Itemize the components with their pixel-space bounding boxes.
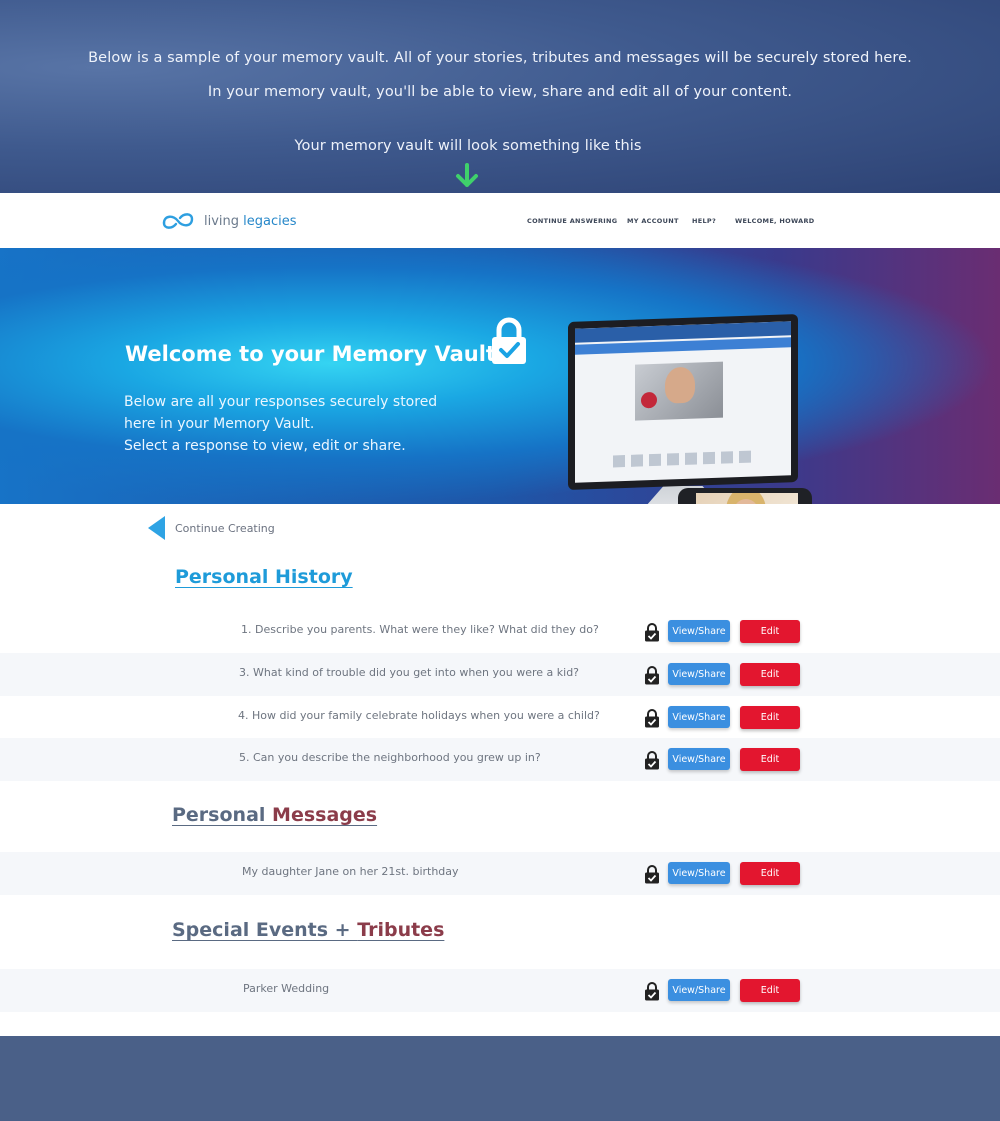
- list-item: My daughter Jane on her 21st. birthday V…: [0, 852, 1000, 895]
- edit-button[interactable]: Edit: [740, 663, 800, 686]
- top-navbar: living legacies CONTINUE ANSWERING MY AC…: [0, 193, 1000, 248]
- edit-button[interactable]: Edit: [740, 748, 800, 771]
- lock-icon: [645, 666, 659, 685]
- lock-check-icon: [492, 317, 526, 364]
- section-title-personal-messages: Personal Messages: [172, 804, 378, 826]
- footer-band: [0, 1036, 1000, 1121]
- section-title-personal-history: Personal History: [175, 566, 353, 588]
- intro-line-1: Below is a sample of your memory vault. …: [88, 50, 912, 66]
- nav-continue-answering[interactable]: CONTINUE ANSWERING: [527, 217, 617, 225]
- edit-button[interactable]: Edit: [740, 620, 800, 643]
- hero-desc-line: Below are all your responses securely st…: [124, 394, 438, 410]
- view-share-button[interactable]: View/Share: [668, 748, 730, 770]
- nav-help[interactable]: HELP?: [692, 217, 716, 225]
- record-icon: [641, 391, 657, 409]
- view-share-button[interactable]: View/Share: [668, 706, 730, 728]
- item-question: 3. What kind of trouble did you get into…: [239, 666, 580, 679]
- nav-my-account[interactable]: MY ACCOUNT: [627, 217, 679, 225]
- lock-icon: [645, 865, 659, 884]
- intro-line-2: In your memory vault, you'll be able to …: [207, 84, 793, 100]
- view-share-button[interactable]: View/Share: [668, 663, 730, 685]
- hero-description: Below are all your responses securely st…: [124, 391, 437, 457]
- arrow-down-icon: [456, 163, 478, 187]
- logo[interactable]: living legacies: [160, 209, 297, 233]
- hero-desc-line: here in your Memory Vault.: [124, 416, 315, 432]
- list-item: Parker Wedding View/Share Edit: [0, 969, 1000, 1012]
- list-item: 1. Describe you parents. What were they …: [0, 610, 1000, 653]
- continue-creating-link[interactable]: Continue Creating: [148, 516, 275, 540]
- brand-name: living legacies: [204, 213, 297, 229]
- lock-icon: [645, 982, 659, 1001]
- item-title: My daughter Jane on her 21st. birthday: [242, 865, 459, 878]
- lock-icon: [645, 751, 659, 770]
- continue-creating-label: Continue Creating: [175, 521, 275, 535]
- video-thumbnail: [635, 361, 723, 421]
- list-item: 4. How did your family celebrate holiday…: [0, 696, 1000, 739]
- infinity-logo-icon: [162, 213, 194, 229]
- media-thumbnails: [613, 450, 751, 468]
- list-item: 5. Can you describe the neighborhood you…: [0, 738, 1000, 781]
- view-share-button[interactable]: View/Share: [668, 620, 730, 642]
- list-item: 3. What kind of trouble did you get into…: [0, 653, 1000, 696]
- item-title: Parker Wedding: [243, 982, 330, 995]
- hero-title: Welcome to your Memory Vault!: [125, 342, 506, 366]
- view-share-button[interactable]: View/Share: [668, 979, 730, 1001]
- edit-button[interactable]: Edit: [740, 979, 800, 1002]
- monitor-mockup-image: [568, 313, 798, 491]
- edit-button[interactable]: Edit: [740, 706, 800, 729]
- lock-icon: [645, 623, 659, 642]
- item-question: 4. How did your family celebrate holiday…: [238, 709, 600, 722]
- vault-content: Continue Creating Personal History 1. De…: [0, 504, 1000, 1036]
- item-question: 5. Can you describe the neighborhood you…: [239, 751, 541, 764]
- back-arrow-icon: [148, 516, 165, 540]
- hero-desc-line: Select a response to view, edit or share…: [124, 438, 406, 454]
- intro-line-3: Your memory vault will look something li…: [294, 138, 642, 154]
- view-share-button[interactable]: View/Share: [668, 862, 730, 884]
- nav-welcome-user[interactable]: WELCOME, HOWARD: [735, 217, 814, 225]
- section-title-special-events: Special Events + Tributes: [172, 919, 445, 941]
- monitor-screen: [575, 321, 791, 483]
- intro-banner: Below is a sample of your memory vault. …: [0, 0, 1000, 193]
- edit-button[interactable]: Edit: [740, 862, 800, 885]
- lock-icon: [645, 709, 659, 728]
- hero-banner: Welcome to your Memory Vault! Below are …: [0, 248, 1000, 504]
- item-question: 1. Describe you parents. What were they …: [241, 623, 599, 636]
